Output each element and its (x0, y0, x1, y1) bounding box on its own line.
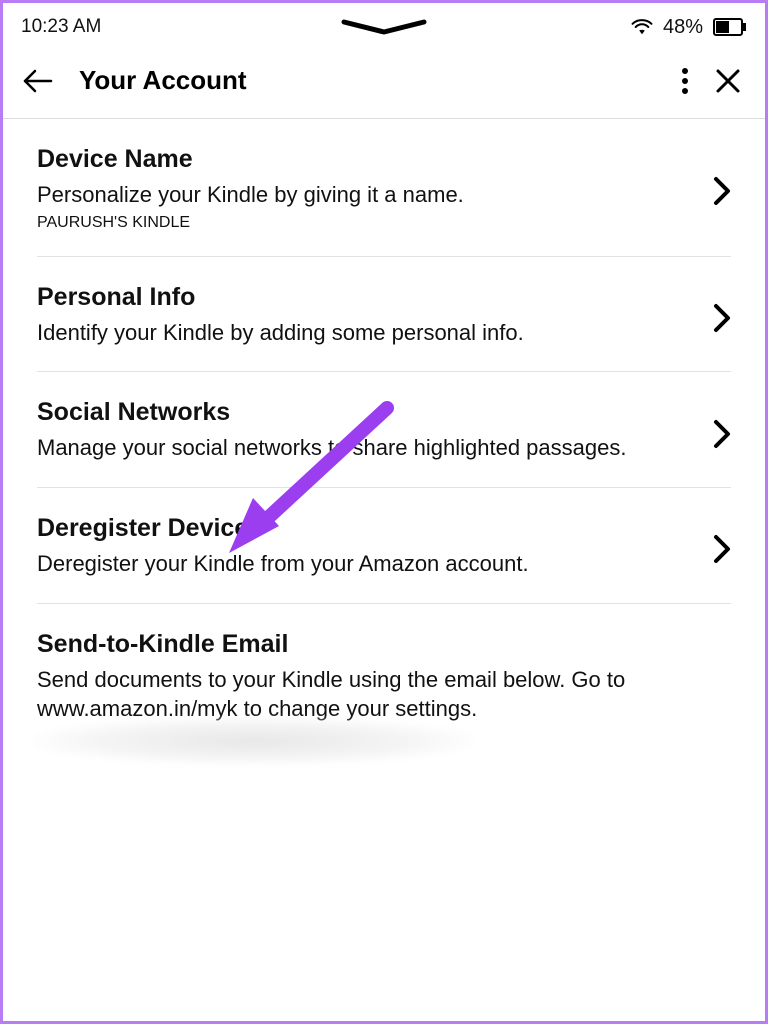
overflow-menu-icon[interactable] (681, 67, 689, 95)
chevron-right-icon (713, 297, 731, 333)
row-desc: Deregister your Kindle from your Amazon … (37, 549, 697, 579)
row-desc: Send documents to your Kindle using the … (37, 665, 715, 724)
close-icon[interactable] (715, 68, 741, 94)
row-deregister-device[interactable]: Deregister Device Deregister your Kindle… (37, 488, 731, 604)
row-title: Deregister Device (37, 514, 697, 543)
row-desc: Identify your Kindle by adding some pers… (37, 318, 697, 348)
row-send-to-kindle-email[interactable]: Send-to-Kindle Email Send documents to y… (37, 604, 731, 748)
row-personal-info[interactable]: Personal Info Identify your Kindle by ad… (37, 257, 731, 373)
page-title: Your Account (79, 65, 681, 96)
row-title: Send-to-Kindle Email (37, 630, 715, 659)
row-subtext: PAURUSH'S KINDLE (37, 214, 697, 232)
row-title: Device Name (37, 145, 697, 174)
row-desc: Personalize your Kindle by giving it a n… (37, 180, 697, 210)
page-header: Your Account (3, 47, 765, 119)
row-title: Social Networks (37, 398, 697, 427)
row-title: Personal Info (37, 283, 697, 312)
row-desc: Manage your social networks to share hig… (37, 433, 697, 463)
back-button[interactable] (21, 68, 61, 94)
battery-percent: 48% (663, 16, 703, 39)
chevron-right-icon (713, 170, 731, 206)
chevron-right-icon (713, 413, 731, 449)
settings-list: Device Name Personalize your Kindle by g… (3, 119, 765, 748)
wifi-icon (631, 18, 653, 36)
row-device-name[interactable]: Device Name Personalize your Kindle by g… (37, 119, 731, 257)
row-social-networks[interactable]: Social Networks Manage your social netwo… (37, 372, 731, 488)
battery-icon (713, 18, 747, 36)
statusbar-time: 10:23 AM (21, 16, 101, 38)
pull-down-chevron-icon[interactable] (339, 19, 429, 37)
chevron-right-icon (713, 528, 731, 564)
